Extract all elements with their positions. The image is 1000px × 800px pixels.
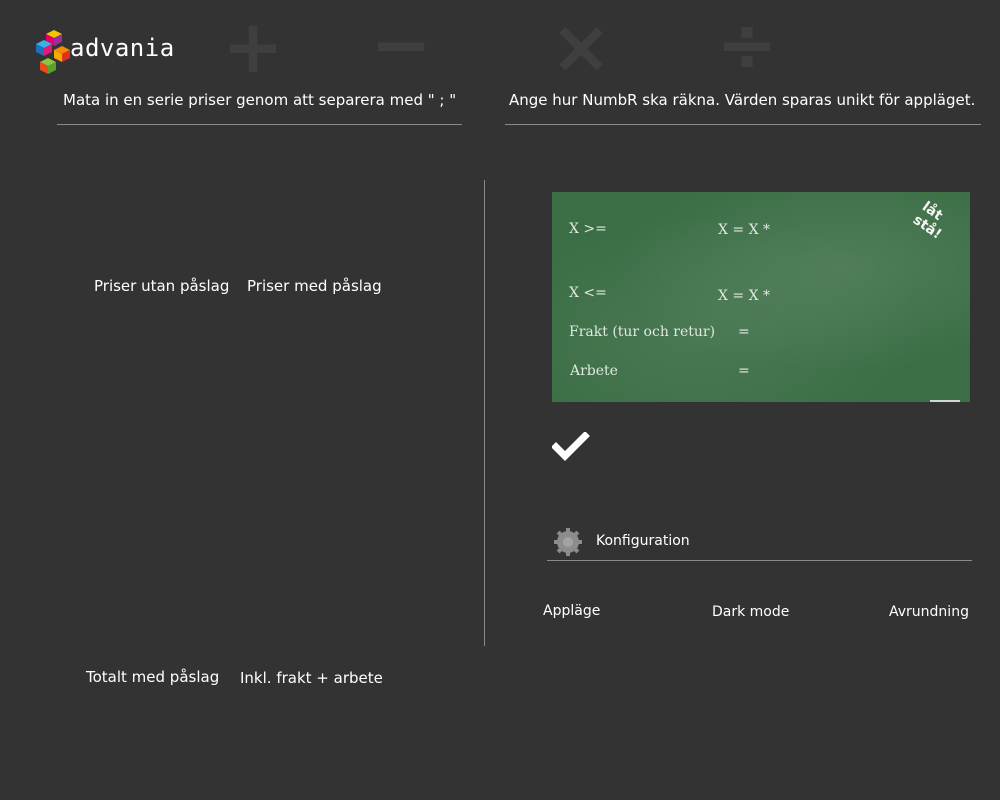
incl-freight-work-label: Inkl. frakt + arbete	[240, 669, 383, 687]
gear-icon[interactable]	[553, 527, 583, 557]
calc-settings-instruction: Ange hur NumbR ska räkna. Värden sparas …	[509, 91, 976, 109]
advania-cube-icon	[36, 30, 70, 74]
prices-without-markup-label: Priser utan påslag	[94, 277, 230, 295]
price-input-underline	[57, 124, 462, 125]
rules-chalkboard: X >= X = X * X <= X = X * Frakt (tur och…	[552, 192, 970, 402]
rule2-condition[interactable]: X <=	[569, 285, 607, 301]
rule1-condition[interactable]: X >=	[569, 221, 607, 237]
rule1-formula[interactable]: X = X *	[718, 222, 770, 238]
prices-with-markup-label: Priser med påslag	[247, 277, 382, 295]
configuration-label[interactable]: Konfiguration	[596, 533, 690, 549]
price-input-instruction: Mata in en serie priser genom att separe…	[63, 91, 457, 109]
advania-wordmark: advania	[70, 34, 175, 62]
advania-logo: advania	[30, 20, 174, 82]
rule2-formula[interactable]: X = X *	[718, 288, 770, 304]
checkmark-icon[interactable]	[552, 432, 590, 462]
calc-settings-underline	[505, 124, 981, 125]
work-value[interactable]: =	[738, 363, 750, 379]
dark-mode-option[interactable]: Dark mode	[712, 604, 789, 620]
times-icon: ×	[550, 4, 613, 90]
minus-icon: −	[370, 2, 433, 88]
board-ledge	[930, 400, 960, 402]
divide-icon: ÷	[716, 2, 779, 88]
app-mode-option[interactable]: Appläge	[543, 603, 600, 619]
plus-icon: +	[222, 4, 285, 90]
leave-it-note: låt stå!	[909, 198, 946, 243]
total-with-markup-label: Totalt med påslag	[86, 668, 220, 686]
freight-value[interactable]: =	[738, 324, 750, 340]
freight-label: Frakt (tur och retur)	[569, 324, 716, 340]
configuration-underline	[547, 560, 972, 561]
panel-divider	[484, 180, 485, 646]
work-label: Arbete	[570, 363, 618, 379]
rounding-option[interactable]: Avrundning	[889, 604, 969, 620]
